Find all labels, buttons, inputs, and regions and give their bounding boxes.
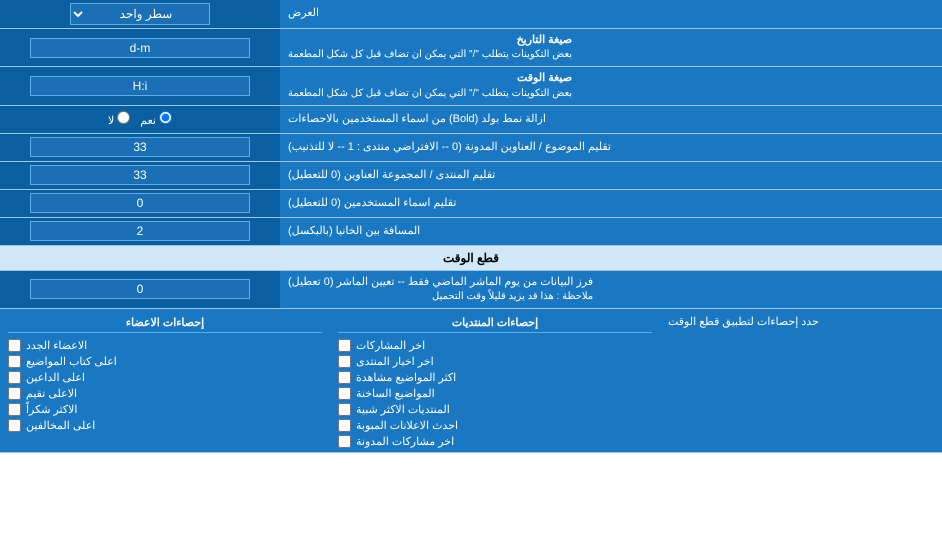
spacing-row: المسافة بين الخانيا (بالبكسل) (0, 218, 942, 246)
topic-trim-input-cell (0, 134, 280, 161)
users-trim-row: تقليم اسماء المستخدمين (0 للتعطيل) (0, 190, 942, 218)
stats-item-7: اخر مشاركات المدونة (338, 435, 652, 448)
realtime-row: فرز البيانات من يوم الماشر الماضي فقط --… (0, 271, 942, 309)
stats-check-2[interactable] (338, 355, 351, 368)
users-trim-label: تقليم اسماء المستخدمين (0 للتعطيل) (280, 190, 942, 217)
stats-item-6: احدث الاعلانات المبوبة (338, 419, 652, 432)
stats-member-1: الاعضاء الجدد (8, 339, 322, 352)
realtime-input[interactable] (30, 279, 250, 299)
bold-no-radio[interactable] (117, 111, 130, 124)
topic-trim-row: تقليم الموضوع / العناوين المدونة (0 -- ا… (0, 134, 942, 162)
time-format-label: صيغة الوقت بعض التكوينات يتطلب "/" التي … (280, 67, 942, 104)
stats-member-check-6[interactable] (8, 419, 21, 432)
time-format-input-cell: H:i (0, 67, 280, 104)
stats-member-3: اعلى الداعين (8, 371, 322, 384)
spacing-label: المسافة بين الخانيا (بالبكسل) (280, 218, 942, 245)
stats-col1-header: إحصاءات المنتديات (338, 313, 652, 333)
stats-member-2: اعلى كتاب المواضيع (8, 355, 322, 368)
stats-item-4: المواضيع الساخنة (338, 387, 652, 400)
stats-col-members: إحصاءات الاعضاء الاعضاء الجدد اعلى كتاب … (0, 309, 330, 452)
stats-item-5: المنتديات الاكثر شبية (338, 403, 652, 416)
bold-remove-input-cell: نعم لا (0, 106, 280, 133)
topic-trim-input[interactable] (30, 137, 250, 157)
realtime-input-cell (0, 271, 280, 308)
display-input-cell: سطر واحد سطران ثلاثة أسطر (0, 0, 280, 28)
stats-member-6: اعلى المخالفين (8, 419, 322, 432)
stats-member-check-5[interactable] (8, 403, 21, 416)
bold-yes-radio[interactable] (159, 111, 172, 124)
users-trim-input-cell (0, 190, 280, 217)
stats-item-1: اخر المشاركات (338, 339, 652, 352)
stats-item-2: اخر اخبار المنتدى (338, 355, 652, 368)
topic-trim-label: تقليم الموضوع / العناوين المدونة (0 -- ا… (280, 134, 942, 161)
stats-check-7[interactable] (338, 435, 351, 448)
stats-check-6[interactable] (338, 419, 351, 432)
stats-col2-header: إحصاءات الاعضاء (8, 313, 322, 333)
stats-check-4[interactable] (338, 387, 351, 400)
forum-trim-input-cell (0, 162, 280, 189)
bold-remove-row: ازالة نمط بولد (Bold) من اسماء المستخدمي… (0, 106, 942, 134)
bold-remove-label: ازالة نمط بولد (Bold) من اسماء المستخدمي… (280, 106, 942, 133)
stats-main-label: حدد إحصاءات لتطبيق قطع الوقت (660, 309, 942, 452)
stats-check-3[interactable] (338, 371, 351, 384)
stats-check-5[interactable] (338, 403, 351, 416)
realtime-section-header: قطع الوقت (0, 246, 942, 271)
display-label: العرض (280, 0, 942, 28)
stats-member-check-4[interactable] (8, 387, 21, 400)
stats-member-check-2[interactable] (8, 355, 21, 368)
stats-member-4: الاعلى تقيم (8, 387, 322, 400)
time-format-row: صيغة الوقت بعض التكوينات يتطلب "/" التي … (0, 67, 942, 105)
display-row: العرض سطر واحد سطران ثلاثة أسطر (0, 0, 942, 29)
date-format-input[interactable]: d-m (30, 38, 250, 58)
forum-trim-label: تقليم المنتدى / المجموعة العناوين (0 للت… (280, 162, 942, 189)
stats-container: حدد إحصاءات لتطبيق قطع الوقت إحصاءات الم… (0, 309, 942, 453)
realtime-label: فرز البيانات من يوم الماشر الماضي فقط --… (280, 271, 942, 308)
stats-member-check-3[interactable] (8, 371, 21, 384)
stats-member-5: الاكثر شكراً (8, 403, 322, 416)
forum-trim-input[interactable] (30, 165, 250, 185)
forum-trim-row: تقليم المنتدى / المجموعة العناوين (0 للت… (0, 162, 942, 190)
time-format-input[interactable]: H:i (30, 76, 250, 96)
spacing-input-cell (0, 218, 280, 245)
date-format-label: صيغة التاريخ بعض التكوينات يتطلب "/" الت… (280, 29, 942, 66)
spacing-input[interactable] (30, 221, 250, 241)
stats-item-3: اكثر المواضيع مشاهدة (338, 371, 652, 384)
bold-yes-label: نعم (140, 111, 172, 127)
stats-member-check-1[interactable] (8, 339, 21, 352)
stats-col-forums: إحصاءات المنتديات اخر المشاركات اخر اخبا… (330, 309, 660, 452)
stats-columns: إحصاءات المنتديات اخر المشاركات اخر اخبا… (0, 309, 660, 452)
date-format-row: صيغة التاريخ بعض التكوينات يتطلب "/" الت… (0, 29, 942, 67)
bold-no-label: لا (108, 111, 130, 127)
display-select[interactable]: سطر واحد سطران ثلاثة أسطر (70, 3, 210, 25)
date-format-input-cell: d-m (0, 29, 280, 66)
users-trim-input[interactable] (30, 193, 250, 213)
stats-check-1[interactable] (338, 339, 351, 352)
